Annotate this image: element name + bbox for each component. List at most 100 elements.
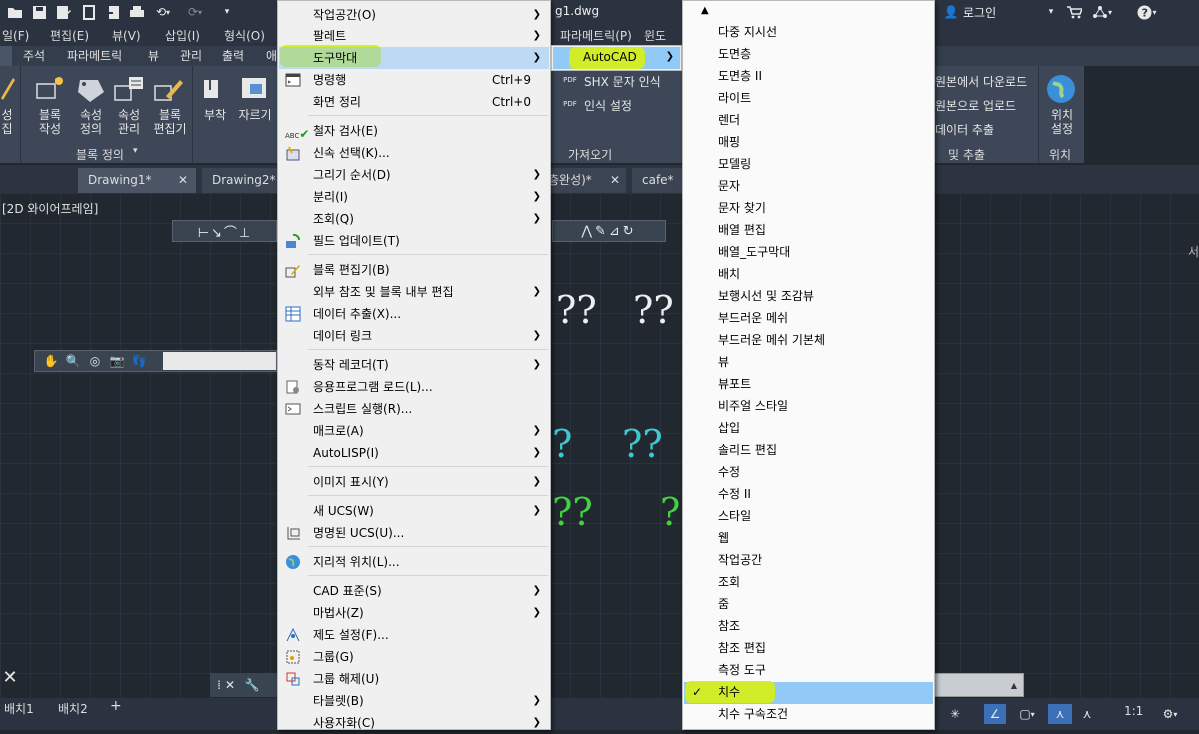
toolbar-list-item[interactable]: 배열_도구막대 [684, 241, 933, 263]
menu-item-run-script[interactable]: 스크립트 실행(R)... [279, 398, 549, 420]
menu-item-spell-check[interactable]: ABC✔ 철자 검사(E) [279, 120, 549, 142]
toolbar-list-item[interactable]: 치수 구속조건 [684, 703, 933, 725]
menu-item-autolisp[interactable]: AutoLISP(I) ❯ [279, 442, 549, 464]
toolbar-list-item[interactable]: 솔리드 편집 [684, 439, 933, 461]
menu-parametric[interactable]: 파라메트릭(P) [560, 27, 632, 44]
close-icon[interactable]: ✕ [224, 676, 236, 694]
open-icon[interactable] [6, 3, 24, 21]
attribute-define-label[interactable]: 속성 정의 [74, 108, 108, 136]
block-definition-title[interactable]: 블록 정의 [76, 146, 124, 163]
undo-icon[interactable]: ⟲ ▾ [152, 3, 174, 21]
menu-item-quick-select[interactable]: 신속 선택(K)... [279, 142, 549, 164]
export-icon[interactable] [80, 3, 98, 21]
doc-tab-drawing1[interactable]: Drawing1* ✕ [78, 168, 196, 193]
ortho-icon[interactable]: ∠ [984, 704, 1006, 724]
menu-view[interactable]: 뷰(V) [112, 27, 141, 44]
object-snap-icon[interactable]: ▢ ▾ [1008, 704, 1046, 724]
menu-item-block-editor[interactable]: 블록 편집기(B) [279, 259, 549, 281]
chevron-down-icon[interactable]: ▾ [133, 146, 138, 156]
menu-item-macro[interactable]: 매크로(A) ❯ [279, 420, 549, 442]
scroll-up-icon[interactable]: ▲ [701, 5, 709, 16]
menu-format[interactable]: 형식(O) [224, 27, 265, 44]
toolbar-list-item[interactable]: 참조 [684, 615, 933, 637]
menu-item-xref-edit[interactable]: 외부 참조 및 블록 내부 편집 ❯ [279, 281, 549, 303]
ribbon-tab-manage[interactable]: 관리 [180, 46, 202, 66]
menu-item-display-image[interactable]: 이미지 표시(Y) ❯ [279, 471, 549, 493]
add-layout-icon[interactable]: + [110, 698, 122, 714]
chevron-up-icon[interactable]: ▲ [1009, 676, 1019, 694]
menu-item-cad-standards[interactable]: CAD 표준(S) ❯ [279, 580, 549, 602]
ribbon-tab-more[interactable]: 애 [266, 46, 277, 66]
toolbar-list-item[interactable]: 측정 도구 [684, 659, 933, 681]
set-location-label[interactable]: 위치 설정 [1042, 108, 1082, 136]
toolbar-list-item[interactable]: 라이트 [684, 87, 933, 109]
menu-item-geographic-location[interactable]: 지리적 위치(L)... [279, 551, 549, 573]
doc-tab-drawing2[interactable]: Drawing2* [202, 168, 277, 193]
attribute-manage-icon[interactable] [112, 74, 146, 104]
globe-icon[interactable] [1044, 72, 1078, 106]
toolbar-list-item[interactable]: 수정 [684, 461, 933, 483]
camera-icon[interactable]: 📷 [109, 353, 125, 369]
pdf-shx-icon[interactable]: PDF [562, 72, 578, 88]
viewport-label[interactable]: [2D 와이어프레임] [2, 200, 98, 217]
block-create-icon[interactable] [33, 74, 67, 104]
pdf-settings-icon[interactable]: PDF [562, 96, 578, 112]
menu-item-data-extraction[interactable]: 데이터 추출(X)... [279, 303, 549, 325]
menu-item-drafting-settings[interactable]: 제도 설정(F)... [279, 624, 549, 646]
menu-item-load-application[interactable]: 응용프로그램 로드(L)... [279, 376, 549, 398]
menu-insert[interactable]: 삽입(I) [165, 27, 200, 44]
menu-item-toolbars[interactable]: 도구막대 ❯ [279, 47, 549, 69]
doc-tab-layer[interactable]: 층완성)* ✕ [544, 168, 626, 193]
menu-item-new-ucs[interactable]: 새 UCS(W) ❯ [279, 500, 549, 522]
toolbar-list-item[interactable]: 스타일 [684, 505, 933, 527]
block-create-label[interactable]: 블록 작성 [33, 108, 67, 136]
toolbar-list-item[interactable]: 모델링 [684, 153, 933, 175]
publish-icon[interactable] [104, 3, 122, 21]
annotation-scale[interactable]: 1:1 [1124, 704, 1143, 718]
cart-icon[interactable] [1066, 3, 1082, 21]
menu-window[interactable]: 윈도 [644, 27, 666, 44]
menu-item-wizards[interactable]: 마법사(Z) ❯ [279, 602, 549, 624]
toolbar-list-item[interactable]: 렌더 [684, 109, 933, 131]
menu-item-group[interactable]: 그룹(G) [279, 646, 549, 668]
toolbar-list-item[interactable]: 보행시선 및 조감뷰 [684, 285, 933, 307]
command-input[interactable]: ▲ [934, 673, 1024, 697]
attach-icon[interactable] [198, 74, 232, 104]
login-label[interactable]: 로그인 [963, 4, 996, 21]
pan-hand-icon[interactable]: ✋ [43, 353, 59, 369]
toolbar-list-item[interactable]: 부드러운 메쉬 [684, 307, 933, 329]
upload-to-source-label[interactable]: 원본으로 업로드 [935, 97, 1016, 114]
close-icon[interactable]: ✕ [2, 667, 18, 688]
menu-item-customize[interactable]: 사용자화(C) ❯ [279, 712, 549, 734]
zoom-icon[interactable]: 🔍 [65, 353, 81, 369]
toolbar-list-item[interactable]: ✓ 치수 [684, 681, 933, 703]
menu-item-palettes[interactable]: 팔레트 ❯ [279, 25, 549, 47]
save-icon[interactable] [30, 3, 48, 21]
ribbon-tab-output[interactable]: 출력 [222, 46, 244, 66]
menu-item-clean-screen[interactable]: 화면 정리 Ctrl+0 [279, 91, 549, 113]
orbit-icon[interactable]: ◎ [87, 353, 103, 369]
menu-item-command-line[interactable]: 명령행 Ctrl+9 [279, 69, 549, 91]
menu-item-action-recorder[interactable]: 동작 레코더(T) ❯ [279, 354, 549, 376]
toolbar-list-item[interactable]: 문자 [684, 175, 933, 197]
block-editor-label[interactable]: 블록 편집기 [150, 108, 190, 136]
toolbar-list-item[interactable]: 배치 [684, 263, 933, 285]
menu-item-draw-order[interactable]: 그리기 순서(D) ❯ [279, 164, 549, 186]
toolbar-list-item[interactable]: 수정 II [684, 483, 933, 505]
block-editor-icon[interactable] [152, 74, 186, 104]
download-from-source-label[interactable]: 원본에서 다운로드 [935, 73, 1027, 90]
toolbar-list-item[interactable]: 도면층 II [684, 65, 933, 87]
user-icon[interactable]: 👤 [943, 3, 959, 21]
toolbar-list-item[interactable]: 뷰포트 [684, 373, 933, 395]
toolbar-list-item[interactable]: 줌 [684, 593, 933, 615]
close-icon[interactable]: ✕ [178, 168, 188, 193]
print-icon[interactable] [128, 3, 146, 21]
clip-icon[interactable] [238, 74, 272, 104]
customize-icon[interactable]: ▾ [220, 3, 234, 21]
toolbar-list-item[interactable]: 조회 [684, 571, 933, 593]
toolbar-list-item[interactable]: 배열 편집 [684, 219, 933, 241]
redo-icon[interactable]: ⟳ ▾ [184, 3, 206, 21]
menu-item-named-ucs[interactable]: 명명된 UCS(U)... [279, 522, 549, 544]
toolbar-list-item[interactable]: 웹 [684, 527, 933, 549]
ribbon-tab-view[interactable]: 뷰 [148, 46, 159, 66]
